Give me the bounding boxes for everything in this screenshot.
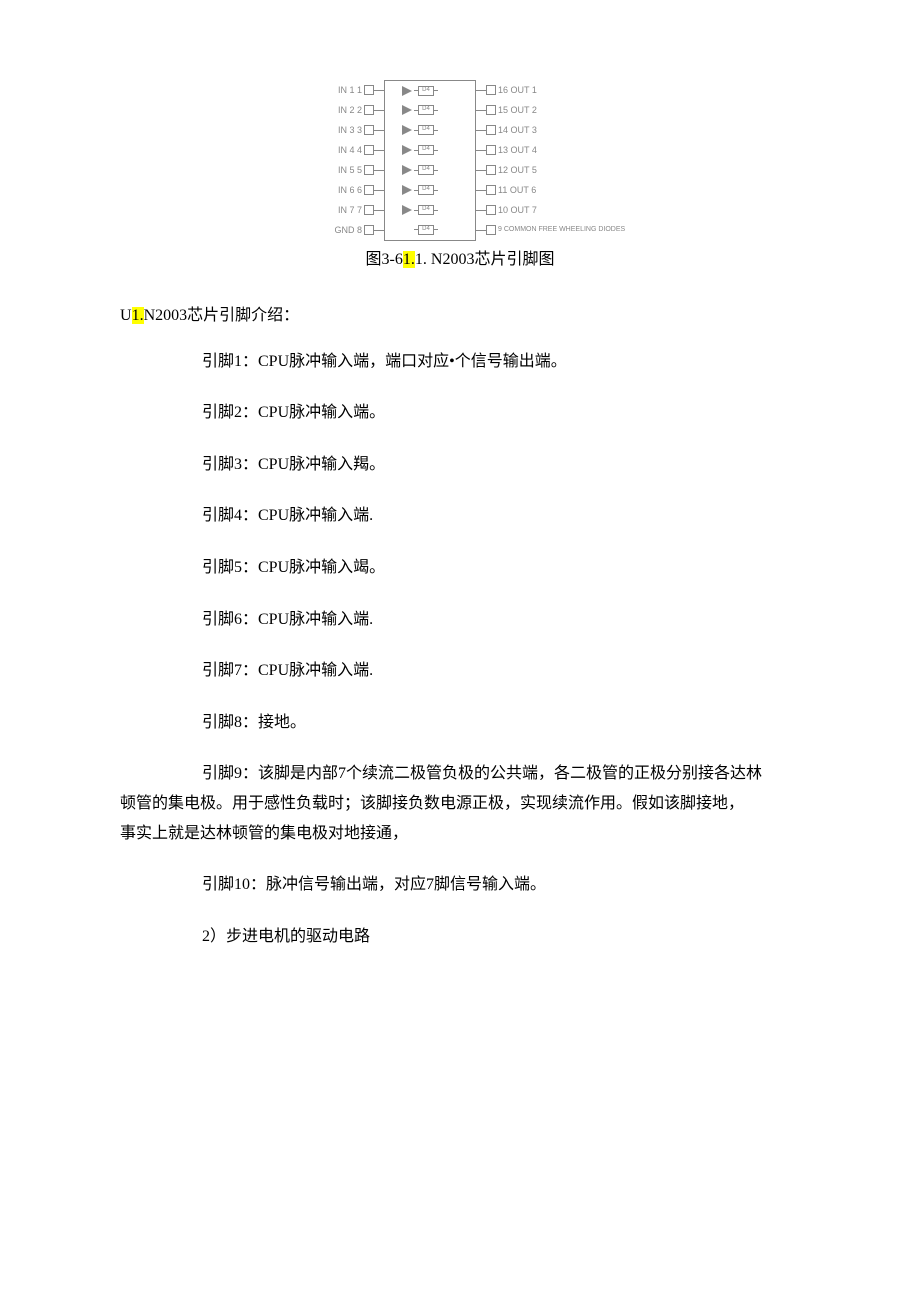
intro-line: U1.N2003芯片引脚介绍：: [120, 303, 800, 329]
diode-icon: D4: [418, 205, 434, 215]
pin-box-icon: [364, 225, 374, 235]
pin-box-icon: [364, 145, 374, 155]
wire-icon: [476, 230, 486, 231]
caption-pre: 图3-6: [366, 251, 403, 268]
chip-body-row: D4: [384, 200, 476, 220]
wire-icon: [476, 130, 486, 131]
chip-body-row: D4: [384, 80, 476, 101]
buffer-triangle-icon: [402, 165, 412, 175]
wire-icon: [374, 170, 384, 171]
wire-icon: [476, 170, 486, 171]
pin-left-8-label: GND 8: [332, 223, 364, 237]
chip-body-row: D4: [384, 180, 476, 200]
pin-box-icon: [486, 145, 496, 155]
pin-description-list: 引脚1：CPU脉冲输入端，端口对应•个信号输出端。 引脚2：CPU脉冲输入端。 …: [120, 349, 800, 736]
wire-icon: [374, 230, 384, 231]
diode-icon: D4: [418, 185, 434, 195]
wire-icon: [476, 150, 486, 151]
pin-right-6-label: 11 OUT 6: [496, 183, 588, 197]
wire-icon: [374, 130, 384, 131]
chip-body-row: D4: [384, 120, 476, 140]
wire-icon: [476, 110, 486, 111]
buffer-triangle-icon: [402, 86, 412, 96]
buffer-triangle-icon: [402, 125, 412, 135]
buffer-triangle-icon: [402, 145, 412, 155]
pin-box-icon: [364, 165, 374, 175]
pin-box-icon: [486, 225, 496, 235]
pin-box-icon: [364, 185, 374, 195]
pin-box-icon: [364, 205, 374, 215]
wire-icon: [476, 210, 486, 211]
buffer-triangle-icon: [402, 205, 412, 215]
pin-box-icon: [364, 85, 374, 95]
pin-left-3-label: IN 3 3: [332, 123, 364, 137]
pin-10-desc: 引脚10：脉冲信号输出端，对应7脚信号输入端。: [120, 872, 800, 898]
wire-icon: [374, 110, 384, 111]
diode-icon: D4: [418, 165, 434, 175]
pin-left-6-label: IN 6 6: [332, 183, 364, 197]
pin-1-desc: 引脚1：CPU脉冲输入端，端口对应•个信号输出端。: [170, 349, 800, 375]
pin-right-3-label: 14 OUT 3: [496, 123, 588, 137]
diode-icon: D4: [418, 225, 434, 235]
pin-right-8-label: 9 COMMON FREE WHEELING DIODES: [496, 226, 588, 234]
wire-icon: [476, 90, 486, 91]
pin-2-desc: 引脚2：CPU脉冲输入端。: [170, 400, 800, 426]
pin-right-2-label: 15 OUT 2: [496, 103, 588, 117]
intro-pre: U: [120, 307, 132, 324]
pin-box-icon: [486, 85, 496, 95]
caption-post: 1. N2003芯片引脚图: [415, 251, 555, 268]
pin-left-2-label: IN 2 2: [332, 103, 364, 117]
wire-icon: [476, 190, 486, 191]
pin-right-4-label: 13 OUT 4: [496, 143, 588, 157]
intro-post: N2003芯片引脚介绍：: [144, 307, 300, 324]
diode-icon: D4: [418, 145, 434, 155]
pin-left-4-label: IN 4 4: [332, 143, 364, 157]
pin-right-7-label: 10 OUT 7: [496, 203, 588, 217]
section-2-heading: 2）步进电机的驱动电路: [120, 924, 800, 950]
pin-8-desc: 引脚8：接地。: [170, 710, 800, 736]
pin-right-5-label: 12 OUT 5: [496, 163, 588, 177]
chip-figure: IN 1 1 D4 16 OUT 1 IN 2 2 D4: [120, 80, 800, 273]
diode-icon: D4: [418, 86, 434, 96]
chip-pinout-diagram: IN 1 1 D4 16 OUT 1 IN 2 2 D4: [332, 80, 588, 240]
diode-icon: D4: [418, 125, 434, 135]
buffer-triangle-icon: [402, 105, 412, 115]
document-page: IN 1 1 D4 16 OUT 1 IN 2 2 D4: [0, 0, 920, 1025]
wire-icon: [374, 210, 384, 211]
buffer-triangle-icon: [402, 185, 412, 195]
caption-highlight: 1.: [403, 251, 415, 268]
pin-6-desc: 引脚6：CPU脉冲输入端.: [170, 607, 800, 633]
wire-icon: [374, 190, 384, 191]
pin-box-icon: [486, 105, 496, 115]
chip-body-row: D4: [384, 100, 476, 120]
pin-box-icon: [486, 125, 496, 135]
pin-left-7-label: IN 7 7: [332, 203, 364, 217]
pin-9-desc-line1: 引脚9：该脚是内部7个续流二极管负极的公共端，各二极管的正极分别接各达林: [120, 761, 800, 787]
intro-highlight: 1.: [132, 307, 144, 324]
diode-icon: D4: [418, 105, 434, 115]
pin-right-1-label: 16 OUT 1: [496, 83, 588, 97]
pin-box-icon: [364, 105, 374, 115]
wire-icon: [374, 150, 384, 151]
chip-body-row: D4: [384, 220, 476, 241]
wire-icon: [374, 90, 384, 91]
pin-box-icon: [486, 205, 496, 215]
figure-caption: 图3-61.1. N2003芯片引脚图: [120, 247, 800, 273]
chip-body-row: D4: [384, 140, 476, 160]
pin-left-1-label: IN 1 1: [332, 83, 364, 97]
pin-3-desc: 引脚3：CPU脉冲输入羯。: [170, 452, 800, 478]
pin-box-icon: [364, 125, 374, 135]
pin-left-5-label: IN 5 5: [332, 163, 364, 177]
pin-9-desc-line3: 事实上就是达林顿管的集电极对地接通，: [120, 821, 800, 847]
pin-5-desc: 引脚5：CPU脉冲输入竭。: [170, 555, 800, 581]
pin-9-desc-line2: 顿管的集电极。用于感性负载时；该脚接负数电源正极，实现续流作用。假如该脚接地，: [120, 791, 800, 817]
pin-box-icon: [486, 165, 496, 175]
pin-4-desc: 引脚4：CPU脉冲输入端.: [170, 503, 800, 529]
pin-box-icon: [486, 185, 496, 195]
chip-body-row: D4: [384, 160, 476, 180]
pin-7-desc: 引脚7：CPU脉冲输入端.: [170, 658, 800, 684]
